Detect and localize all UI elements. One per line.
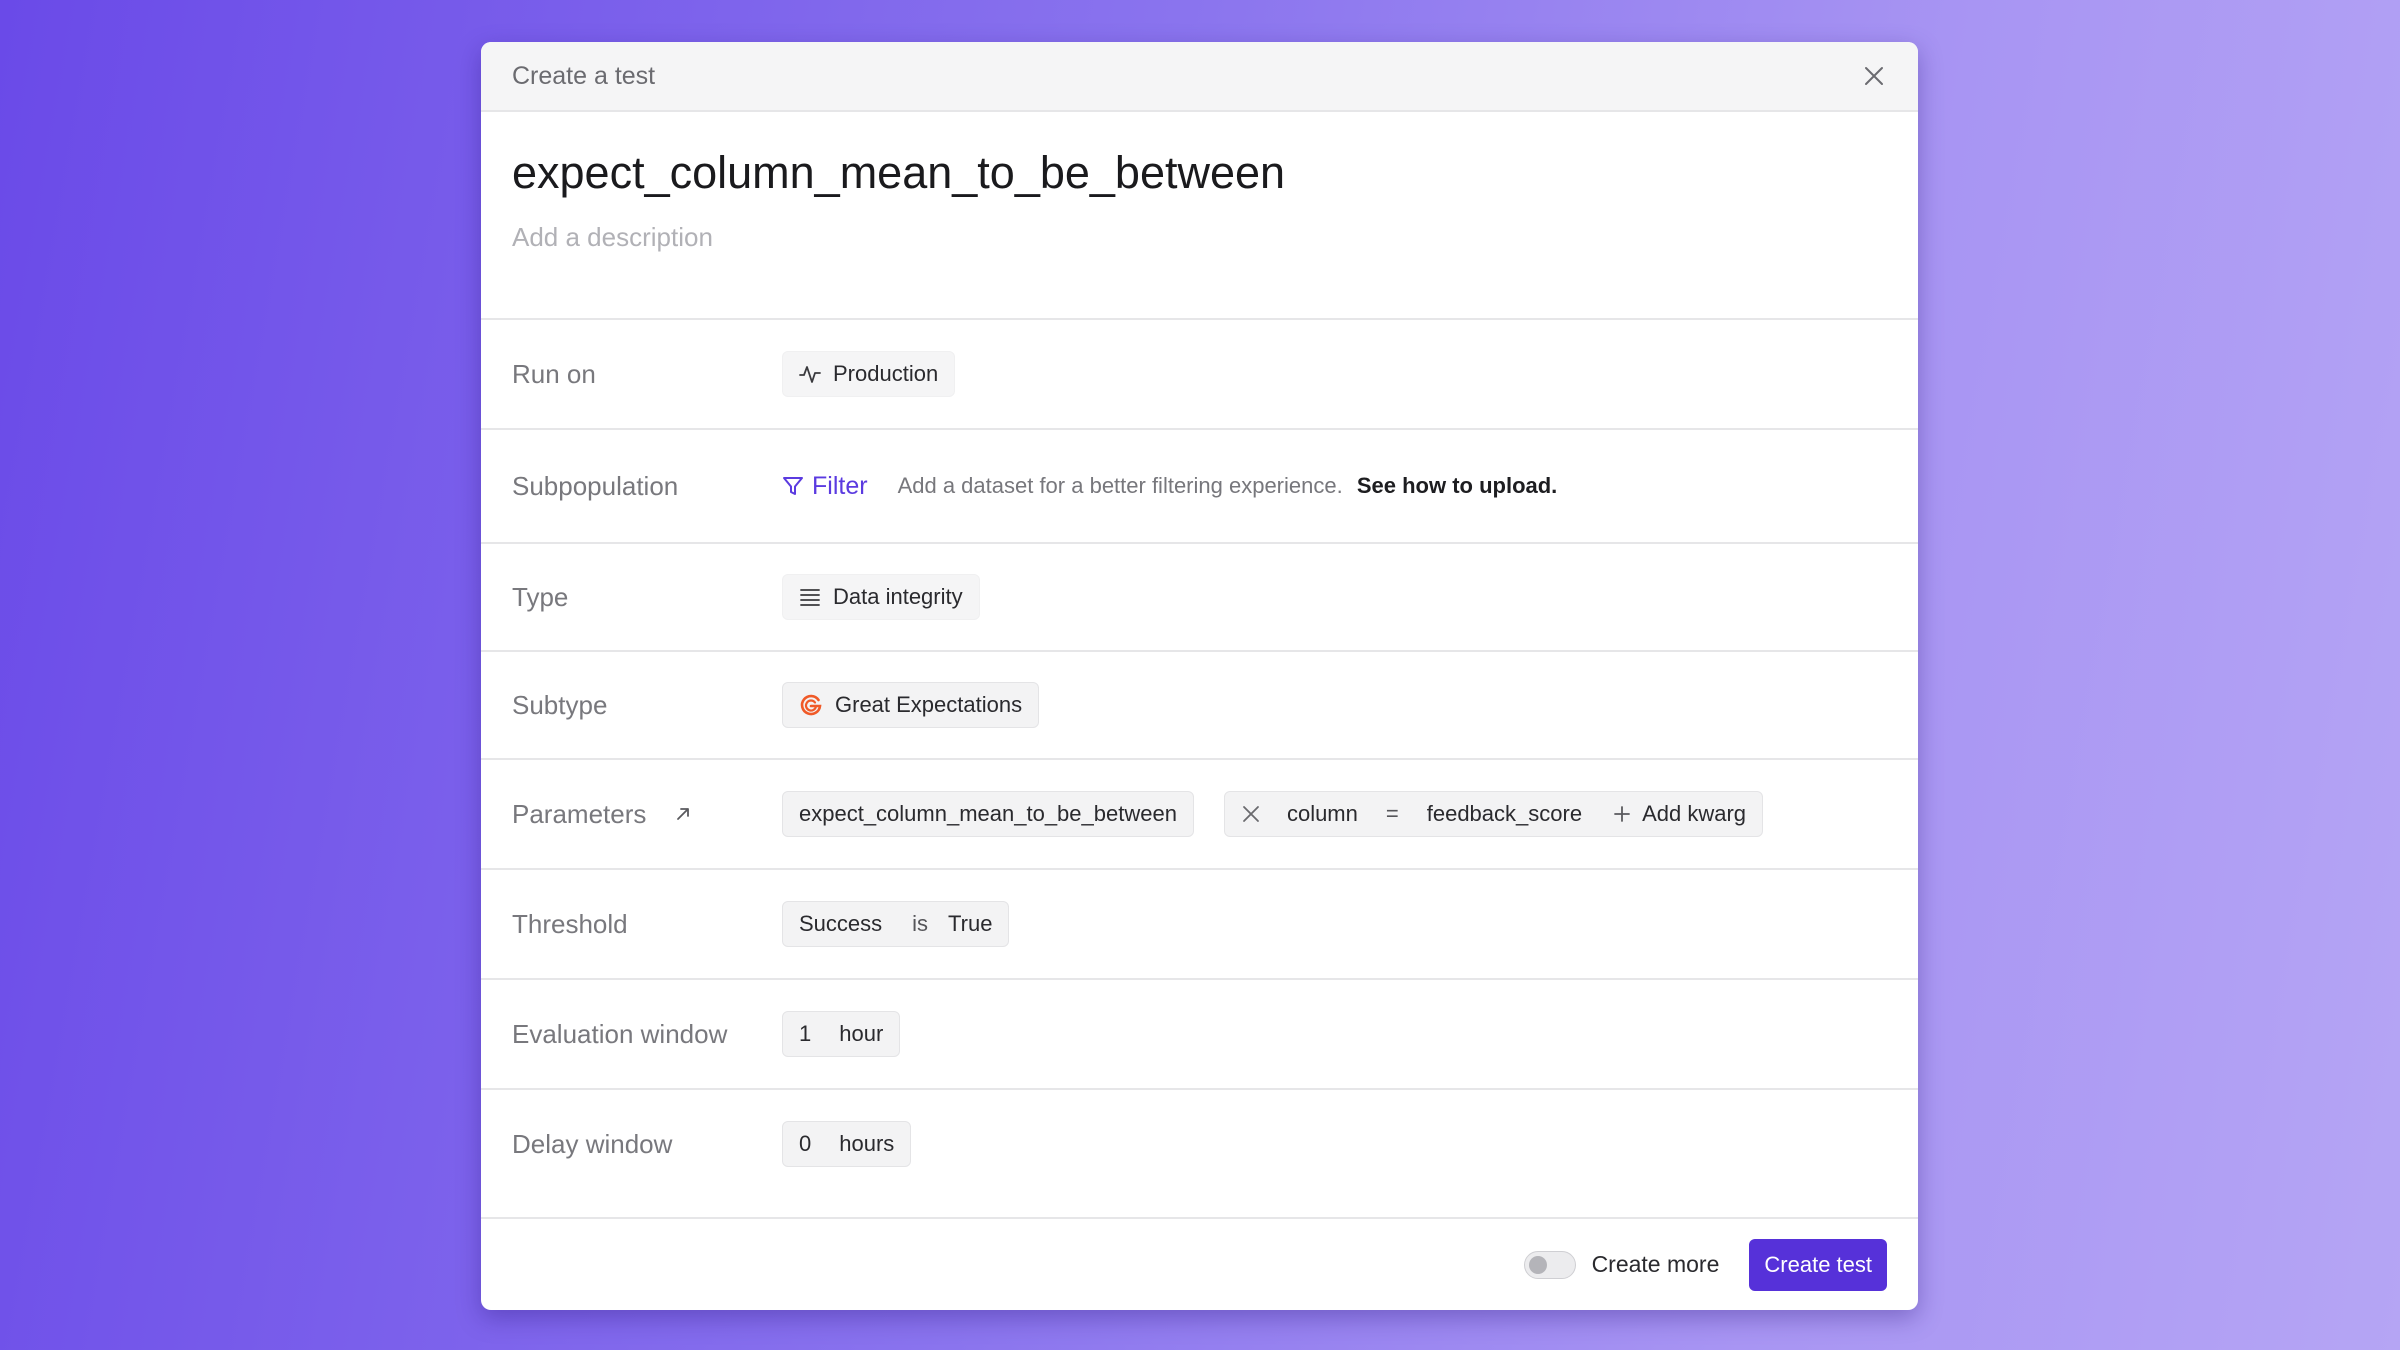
type-label: Type: [512, 581, 569, 612]
kwarg-value[interactable]: feedback_score: [1427, 801, 1582, 827]
test-name-input[interactable]: expect_column_mean_to_be_between: [481, 112, 1918, 200]
threshold-operator[interactable]: is: [912, 911, 928, 937]
evaluation-window-row: Evaluation window 1 hour: [481, 978, 1918, 1088]
evaluation-window-label: Evaluation window: [512, 1018, 728, 1049]
create-more-control: Create more: [1523, 1250, 1720, 1279]
evaluation-window-input[interactable]: 1 hour: [782, 1011, 901, 1057]
subpopulation-label: Subpopulation: [512, 470, 679, 501]
filter-label: Filter: [812, 471, 868, 500]
delay-window-amount[interactable]: 0: [799, 1131, 811, 1157]
kwarg-key[interactable]: column: [1287, 801, 1358, 827]
expectation-select[interactable]: expect_column_mean_to_be_between: [782, 791, 1194, 837]
subpopulation-row: Subpopulation Filter Add a dataset for a…: [481, 428, 1918, 542]
kwarg-group: column = feedback_score Add kwarg: [1223, 791, 1764, 837]
subtype-select[interactable]: Great Expectations: [782, 682, 1040, 728]
threshold-label: Threshold: [512, 908, 628, 939]
activity-icon: [799, 366, 821, 383]
modal-footer: Create more Create test: [481, 1217, 1918, 1310]
parameters-label-group: Parameters: [512, 799, 782, 830]
create-more-label: Create more: [1591, 1251, 1720, 1277]
threshold-value[interactable]: True: [948, 911, 992, 937]
create-test-modal: Create a test expect_column_mean_to_be_b…: [481, 42, 1918, 1310]
create-more-toggle[interactable]: [1523, 1250, 1576, 1279]
add-kwarg-label: Add kwarg: [1642, 801, 1747, 826]
list-icon: [800, 589, 820, 606]
threshold-row: Threshold Success is True: [481, 868, 1918, 978]
run-on-row: Run on Production: [481, 318, 1918, 428]
external-link-icon[interactable]: [674, 805, 692, 823]
close-button[interactable]: [1854, 56, 1894, 96]
type-select[interactable]: Data integrity: [782, 574, 980, 620]
filter-help-message: Add a dataset for a better filtering exp…: [897, 473, 1343, 498]
see-how-to-upload-link[interactable]: See how to upload.: [1357, 473, 1557, 498]
run-on-label: Run on: [512, 358, 596, 389]
great-expectations-logo-icon: [800, 694, 822, 716]
delay-window-row: Delay window 0 hours: [481, 1088, 1918, 1198]
threshold-metric[interactable]: Success: [799, 911, 882, 937]
description-input[interactable]: Add a description: [481, 200, 1918, 318]
expectation-value: expect_column_mean_to_be_between: [799, 801, 1177, 826]
create-test-button[interactable]: Create test: [1749, 1238, 1887, 1291]
run-on-select[interactable]: Production: [782, 351, 956, 397]
close-icon: [1865, 67, 1883, 85]
delay-window-input[interactable]: 0 hours: [782, 1121, 912, 1167]
remove-kwarg-icon[interactable]: [1241, 804, 1261, 824]
evaluation-window-unit[interactable]: hour: [839, 1021, 883, 1047]
kwarg-operator: =: [1385, 801, 1399, 826]
filter-help-text: Add a dataset for a better filtering exp…: [898, 473, 1558, 499]
toggle-knob: [1528, 1255, 1547, 1274]
delay-window-label: Delay window: [512, 1128, 673, 1159]
subtype-label: Subtype: [512, 689, 608, 720]
modal-title: Create a test: [512, 61, 656, 90]
filter-icon: [783, 477, 803, 495]
type-row: Type Data integrity: [481, 542, 1918, 650]
evaluation-window-amount[interactable]: 1: [799, 1021, 811, 1047]
filter-button[interactable]: Filter: [782, 472, 868, 501]
delay-window-unit[interactable]: hours: [839, 1131, 894, 1157]
parameters-label: Parameters: [512, 798, 647, 829]
plus-icon: [1614, 806, 1630, 822]
subtype-value: Great Expectations: [835, 692, 1023, 717]
add-kwarg-button[interactable]: Add kwarg: [1612, 801, 1746, 827]
run-on-value: Production: [833, 361, 939, 386]
type-value: Data integrity: [833, 584, 963, 609]
modal-header: Create a test: [481, 42, 1918, 112]
threshold-chip: Success is True: [782, 901, 1010, 947]
subtype-row: Subtype Great Expectations: [481, 650, 1918, 758]
parameters-row: Parameters expect_column_mean_to_be_betw…: [481, 758, 1918, 868]
